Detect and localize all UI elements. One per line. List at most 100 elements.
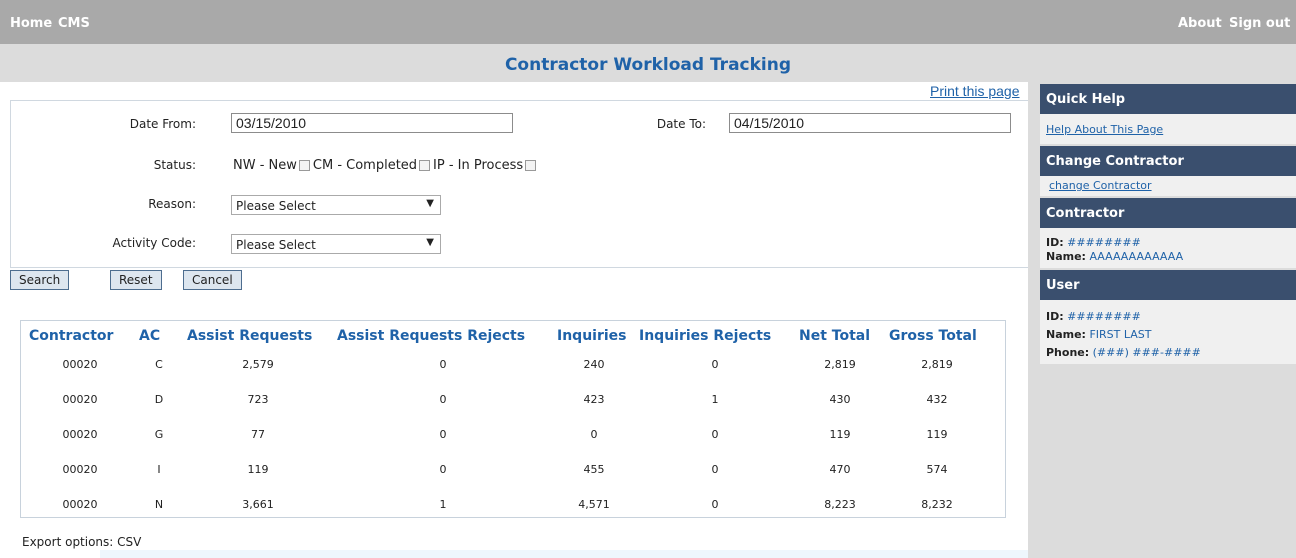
activity-code-select[interactable]: Please Select ▼ [231, 234, 441, 254]
table-cell: 470 [829, 463, 851, 476]
status-completed-checkbox[interactable] [419, 160, 431, 171]
contractor-name-value: AAAAAAAAAAAA [1089, 250, 1184, 263]
help-about-page-link[interactable]: Help About This Page [1046, 123, 1163, 136]
date-to-label: Date To: [656, 117, 706, 131]
table-cell: 0 [439, 358, 447, 371]
table-cell: D [154, 393, 164, 406]
title-bar: Contractor Workload Tracking [0, 44, 1296, 82]
contractor-id-label: ID: [1046, 236, 1064, 249]
table-cell: 00020 [62, 428, 98, 441]
reset-button[interactable]: Reset [110, 270, 162, 290]
user-id-value: ######## [1067, 310, 1141, 323]
table-cell: C [155, 358, 163, 371]
table-cell: 0 [439, 393, 447, 406]
search-form: Date From: 03/15/2010 Date To: 04/15/201… [10, 100, 1030, 268]
table-cell: 2,819 [921, 358, 953, 371]
table-cell: 574 [926, 463, 948, 476]
col-header-contractor: Contractor [29, 328, 114, 344]
workload-table-container: Contractor AC Assist Requests Assist Req… [20, 320, 1006, 518]
contractor-id-value: ######## [1067, 236, 1141, 249]
activity-code-select-value: Please Select [236, 238, 316, 252]
reason-select[interactable]: Please Select ▼ [231, 195, 441, 215]
col-header-inquiries-rejects: Inquiries Rejects [639, 328, 772, 344]
table-cell: 430 [829, 393, 851, 406]
date-from-label: Date From: [129, 117, 196, 131]
col-header-ac: AC [139, 328, 161, 344]
table-cell: 0 [590, 428, 598, 441]
reason-label: Reason: [148, 197, 196, 211]
table-header-row: Contractor AC Assist Requests Assist Req… [25, 325, 989, 347]
table-cell: 455 [583, 463, 605, 476]
user-panel: ID: ######## Name: FIRST LAST Phone: (##… [1040, 300, 1296, 364]
table-cell: 1 [439, 498, 447, 511]
col-header-assist-requests-rejects: Assist Requests Rejects [337, 328, 526, 344]
print-page-link[interactable]: Print this page [930, 83, 1020, 99]
nav-cms-link[interactable]: CMS [58, 16, 90, 31]
quick-help-heading: Quick Help [1040, 84, 1296, 114]
user-id-label: ID: [1046, 310, 1064, 323]
date-from-input[interactable]: 03/15/2010 [231, 113, 513, 133]
table-cell: 119 [926, 428, 948, 441]
table-row: 00020 I 119 0 455 0 470 574 [25, 452, 989, 487]
table-cell: I [157, 463, 161, 476]
table-cell: 2,819 [824, 358, 856, 371]
search-button[interactable]: Search [10, 270, 70, 290]
user-phone-label: Phone: [1046, 346, 1090, 359]
table-row: 00020 N 3,661 1 4,571 0 8,223 8,232 [25, 487, 989, 522]
table-row: 00020 C 2,579 0 240 0 2,819 2,819 [25, 347, 989, 382]
contractor-panel: ID: ######## Name: AAAAAAAAAAAA [1040, 228, 1296, 268]
table-cell: 119 [829, 428, 851, 441]
dropdown-arrow-icon: ▼ [426, 237, 434, 248]
cancel-button[interactable]: Cancel [183, 270, 242, 290]
quick-help-panel: Help About This Page [1040, 114, 1296, 144]
table-cell: 0 [711, 428, 719, 441]
table-cell: 119 [247, 463, 269, 476]
date-to-input[interactable]: 04/15/2010 [729, 113, 1011, 133]
table-cell: 0 [439, 463, 447, 476]
status-options: NW - New CM - Completed IP - In Process [233, 158, 539, 173]
status-new-label: NW - New [233, 158, 297, 173]
user-name-value: FIRST LAST [1089, 328, 1152, 341]
user-name-label: Name: [1046, 328, 1086, 341]
nav-home-link[interactable]: Home [10, 16, 52, 31]
table-cell: G [154, 428, 164, 441]
export-options[interactable]: Export options: CSV [22, 535, 141, 549]
status-label: Status: [153, 158, 196, 172]
contractor-name-label: Name: [1046, 250, 1086, 263]
table-cell: 8,223 [824, 498, 856, 511]
status-completed-label: CM - Completed [312, 158, 418, 173]
table-cell: 1 [711, 393, 719, 406]
nav-signout-link[interactable]: Sign out [1229, 16, 1290, 31]
table-cell: 0 [711, 358, 719, 371]
user-phone-value: (###) ###-#### [1092, 346, 1201, 359]
change-contractor-heading: Change Contractor [1040, 146, 1296, 176]
table-cell: 0 [439, 428, 447, 441]
table-row: 00020 G 77 0 0 0 119 119 [25, 417, 989, 452]
col-header-inquiries: Inquiries [557, 328, 627, 344]
table-cell: 4,571 [578, 498, 610, 511]
table-cell: 0 [711, 498, 719, 511]
table-cell: 240 [583, 358, 605, 371]
top-nav-bar: Home CMS About Sign out [0, 0, 1296, 44]
table-cell: 00020 [62, 393, 98, 406]
table-row: 00020 D 723 0 423 1 430 432 [25, 382, 989, 417]
col-header-assist-requests: Assist Requests [187, 328, 313, 344]
table-cell: 00020 [62, 463, 98, 476]
change-contractor-link[interactable]: change Contractor [1049, 179, 1152, 192]
reason-select-value: Please Select [236, 199, 316, 213]
status-inprocess-label: IP - In Process [433, 158, 524, 173]
table-cell: 00020 [62, 358, 98, 371]
col-header-gross-total: Gross Total [889, 328, 977, 344]
status-new-checkbox[interactable] [298, 160, 310, 171]
user-heading: User [1040, 270, 1296, 300]
col-header-net-total: Net Total [799, 328, 871, 344]
workload-table: Contractor AC Assist Requests Assist Req… [25, 325, 989, 522]
table-cell: 3,661 [242, 498, 274, 511]
nav-about-link[interactable]: About [1178, 16, 1222, 31]
table-cell: 8,232 [921, 498, 953, 511]
table-cell: N [154, 498, 164, 511]
status-inprocess-checkbox[interactable] [525, 160, 537, 171]
change-contractor-panel: change Contractor [1040, 176, 1296, 196]
right-sidebar: Quick Help Help About This Page Change C… [1028, 82, 1296, 558]
table-cell: 0 [711, 463, 719, 476]
